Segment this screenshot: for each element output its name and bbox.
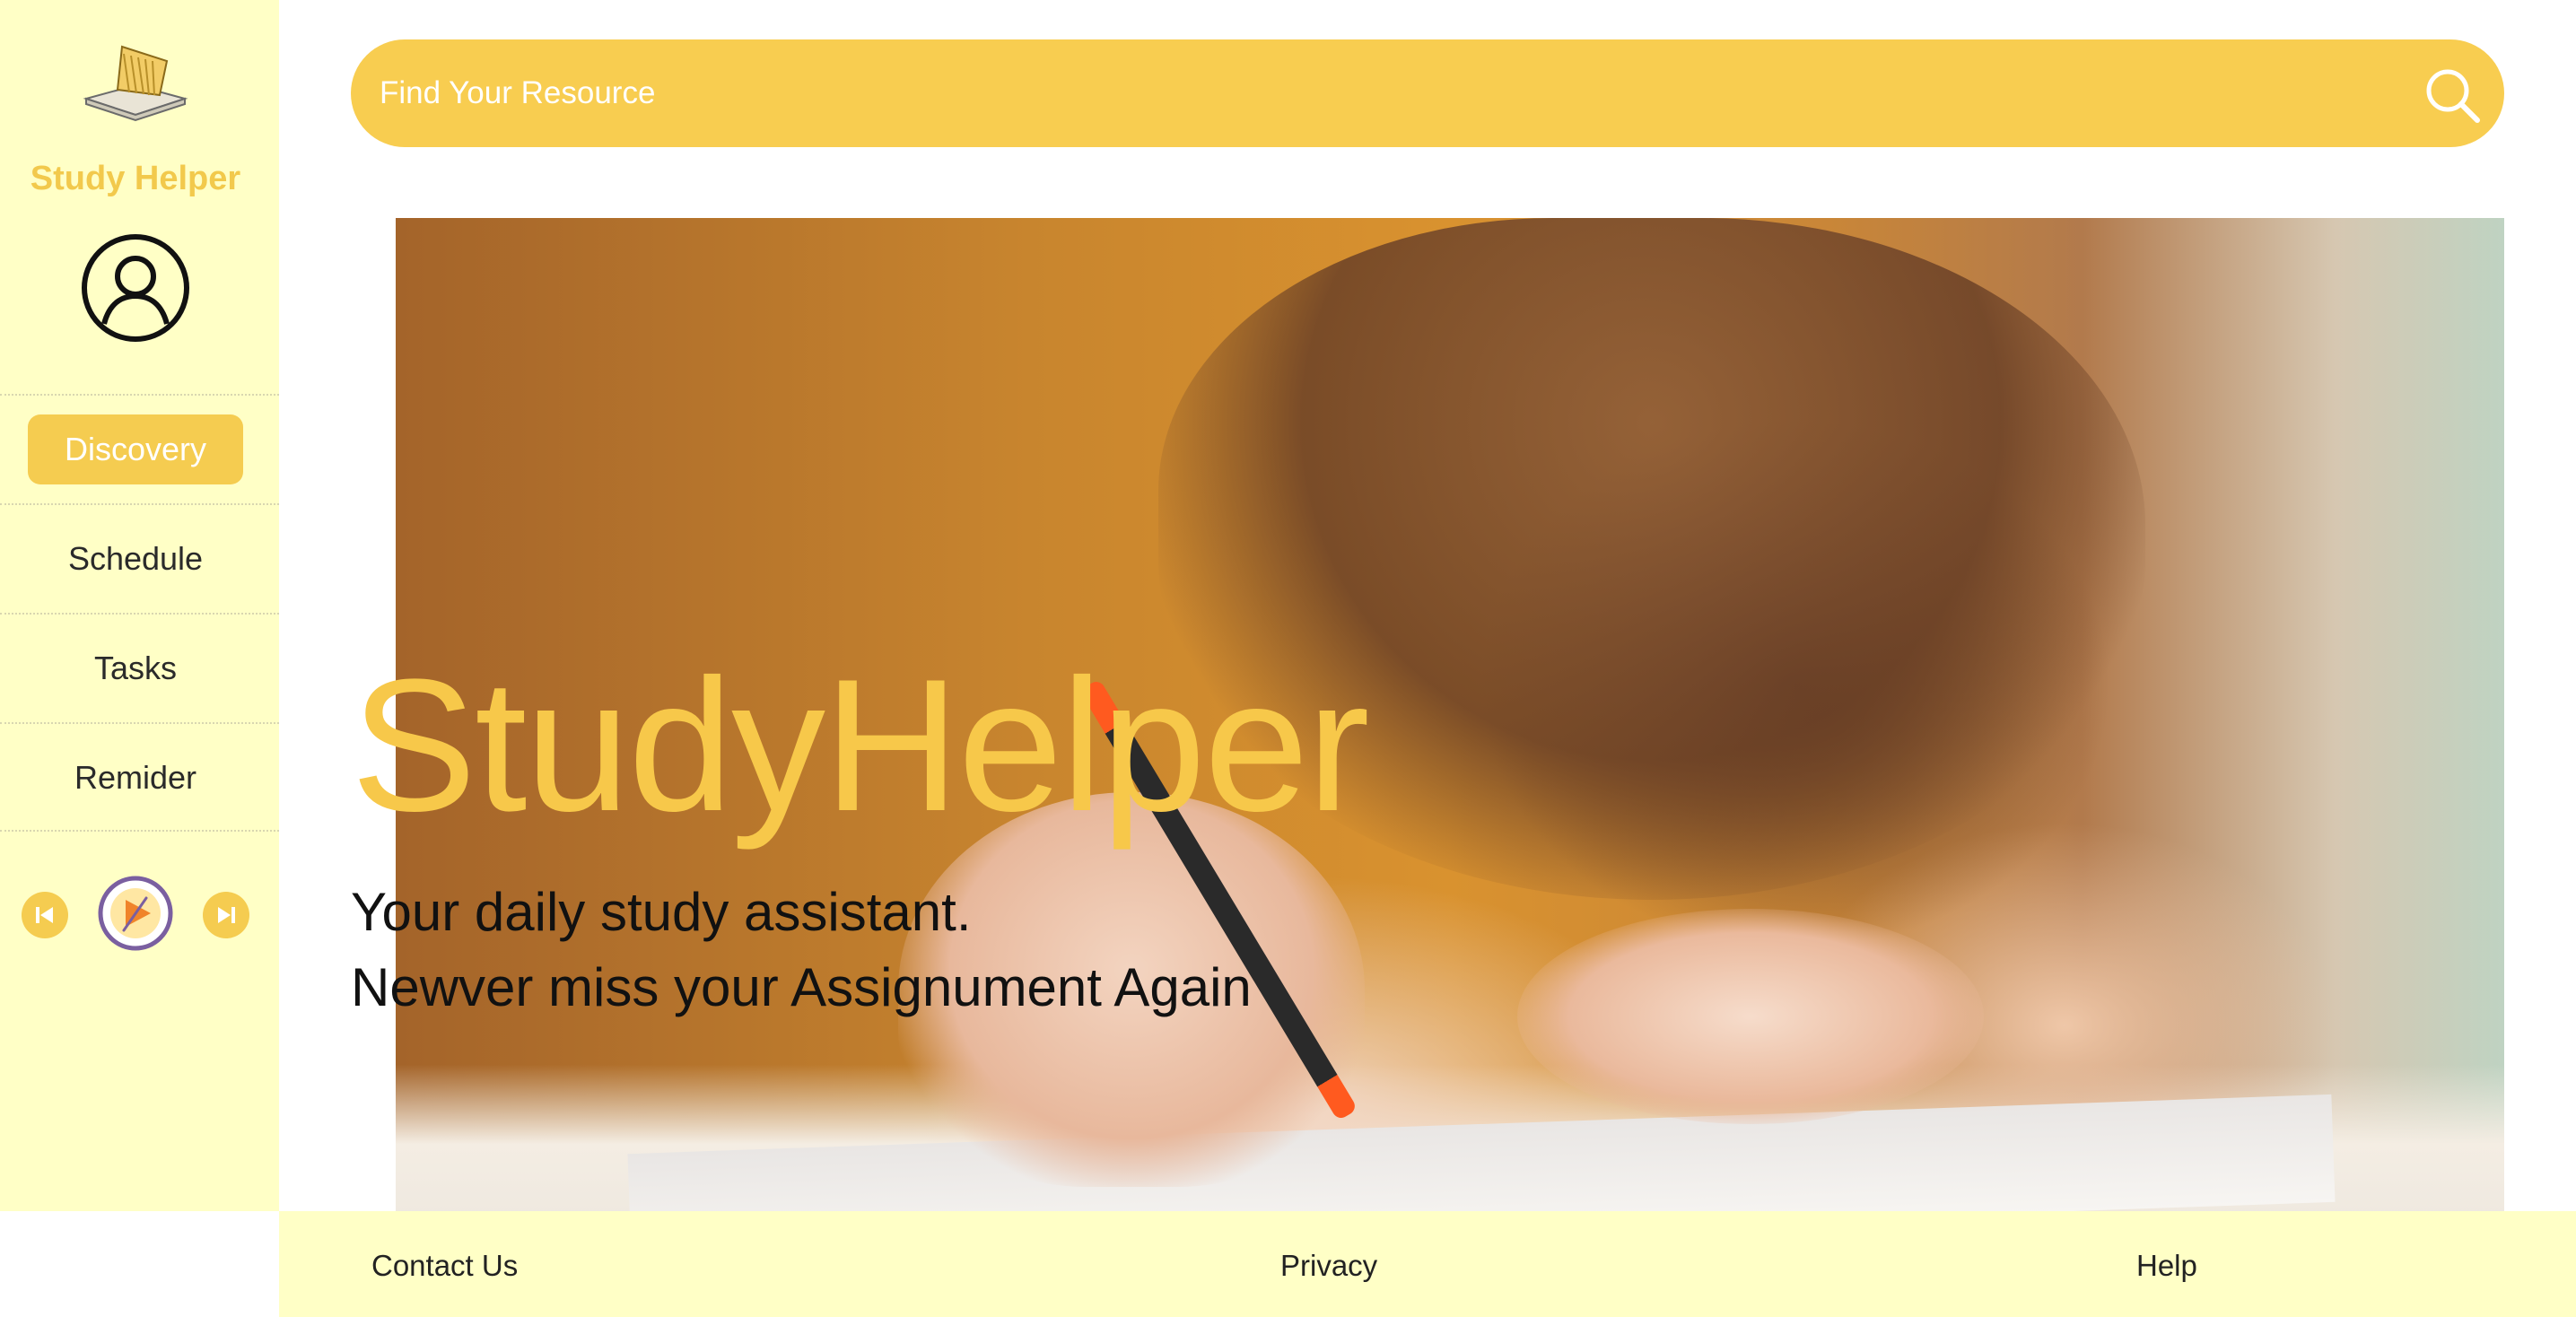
search-icon[interactable] (2423, 66, 2483, 126)
footer-link-contact-us[interactable]: Contact Us (371, 1249, 518, 1283)
nav-row-discovery: Discovery (0, 394, 279, 503)
hero-title: StudyHelper (351, 640, 1370, 850)
skip-back-icon (36, 907, 53, 923)
book-logo-icon (83, 45, 188, 122)
hero-image-notebook (627, 1094, 2336, 1214)
play-icon[interactable] (97, 875, 174, 952)
search-input[interactable] (378, 39, 2352, 147)
sidebar-item-tasks[interactable]: Tasks (28, 633, 243, 703)
sidebar-item-schedule[interactable]: Schedule (28, 524, 243, 594)
previous-button[interactable] (22, 892, 68, 938)
hero-image-hand-second (1517, 909, 1984, 1124)
nav-row-tasks: Tasks (0, 613, 279, 722)
nav-row-schedule: Schedule (0, 503, 279, 613)
brand-name: Study Helper (30, 160, 241, 197)
footer-link-privacy[interactable]: Privacy (1280, 1249, 1377, 1283)
sidebar-nav: Discovery Schedule Tasks Remider (0, 394, 279, 832)
sidebar: Study Helper Discovery Schedule Tasks Re… (0, 0, 279, 1211)
nav-row-remider: Remider (0, 722, 279, 832)
sidebar-item-discovery[interactable]: Discovery (28, 414, 243, 484)
footer-link-help[interactable]: Help (2136, 1249, 2197, 1283)
user-avatar-icon[interactable] (79, 231, 192, 345)
hero-subtagline: Newver miss your Assignument Again (351, 957, 1252, 1017)
logo[interactable]: Study Helper (0, 27, 279, 197)
footer: Contact Us Privacy Help (279, 1211, 2576, 1317)
skip-forward-icon (218, 907, 235, 923)
hero-tagline: Your daily study assistant. (351, 882, 972, 942)
sidebar-item-remider[interactable]: Remider (28, 743, 243, 813)
media-player (0, 870, 279, 960)
next-button[interactable] (203, 892, 249, 938)
search-bar (351, 39, 2504, 147)
